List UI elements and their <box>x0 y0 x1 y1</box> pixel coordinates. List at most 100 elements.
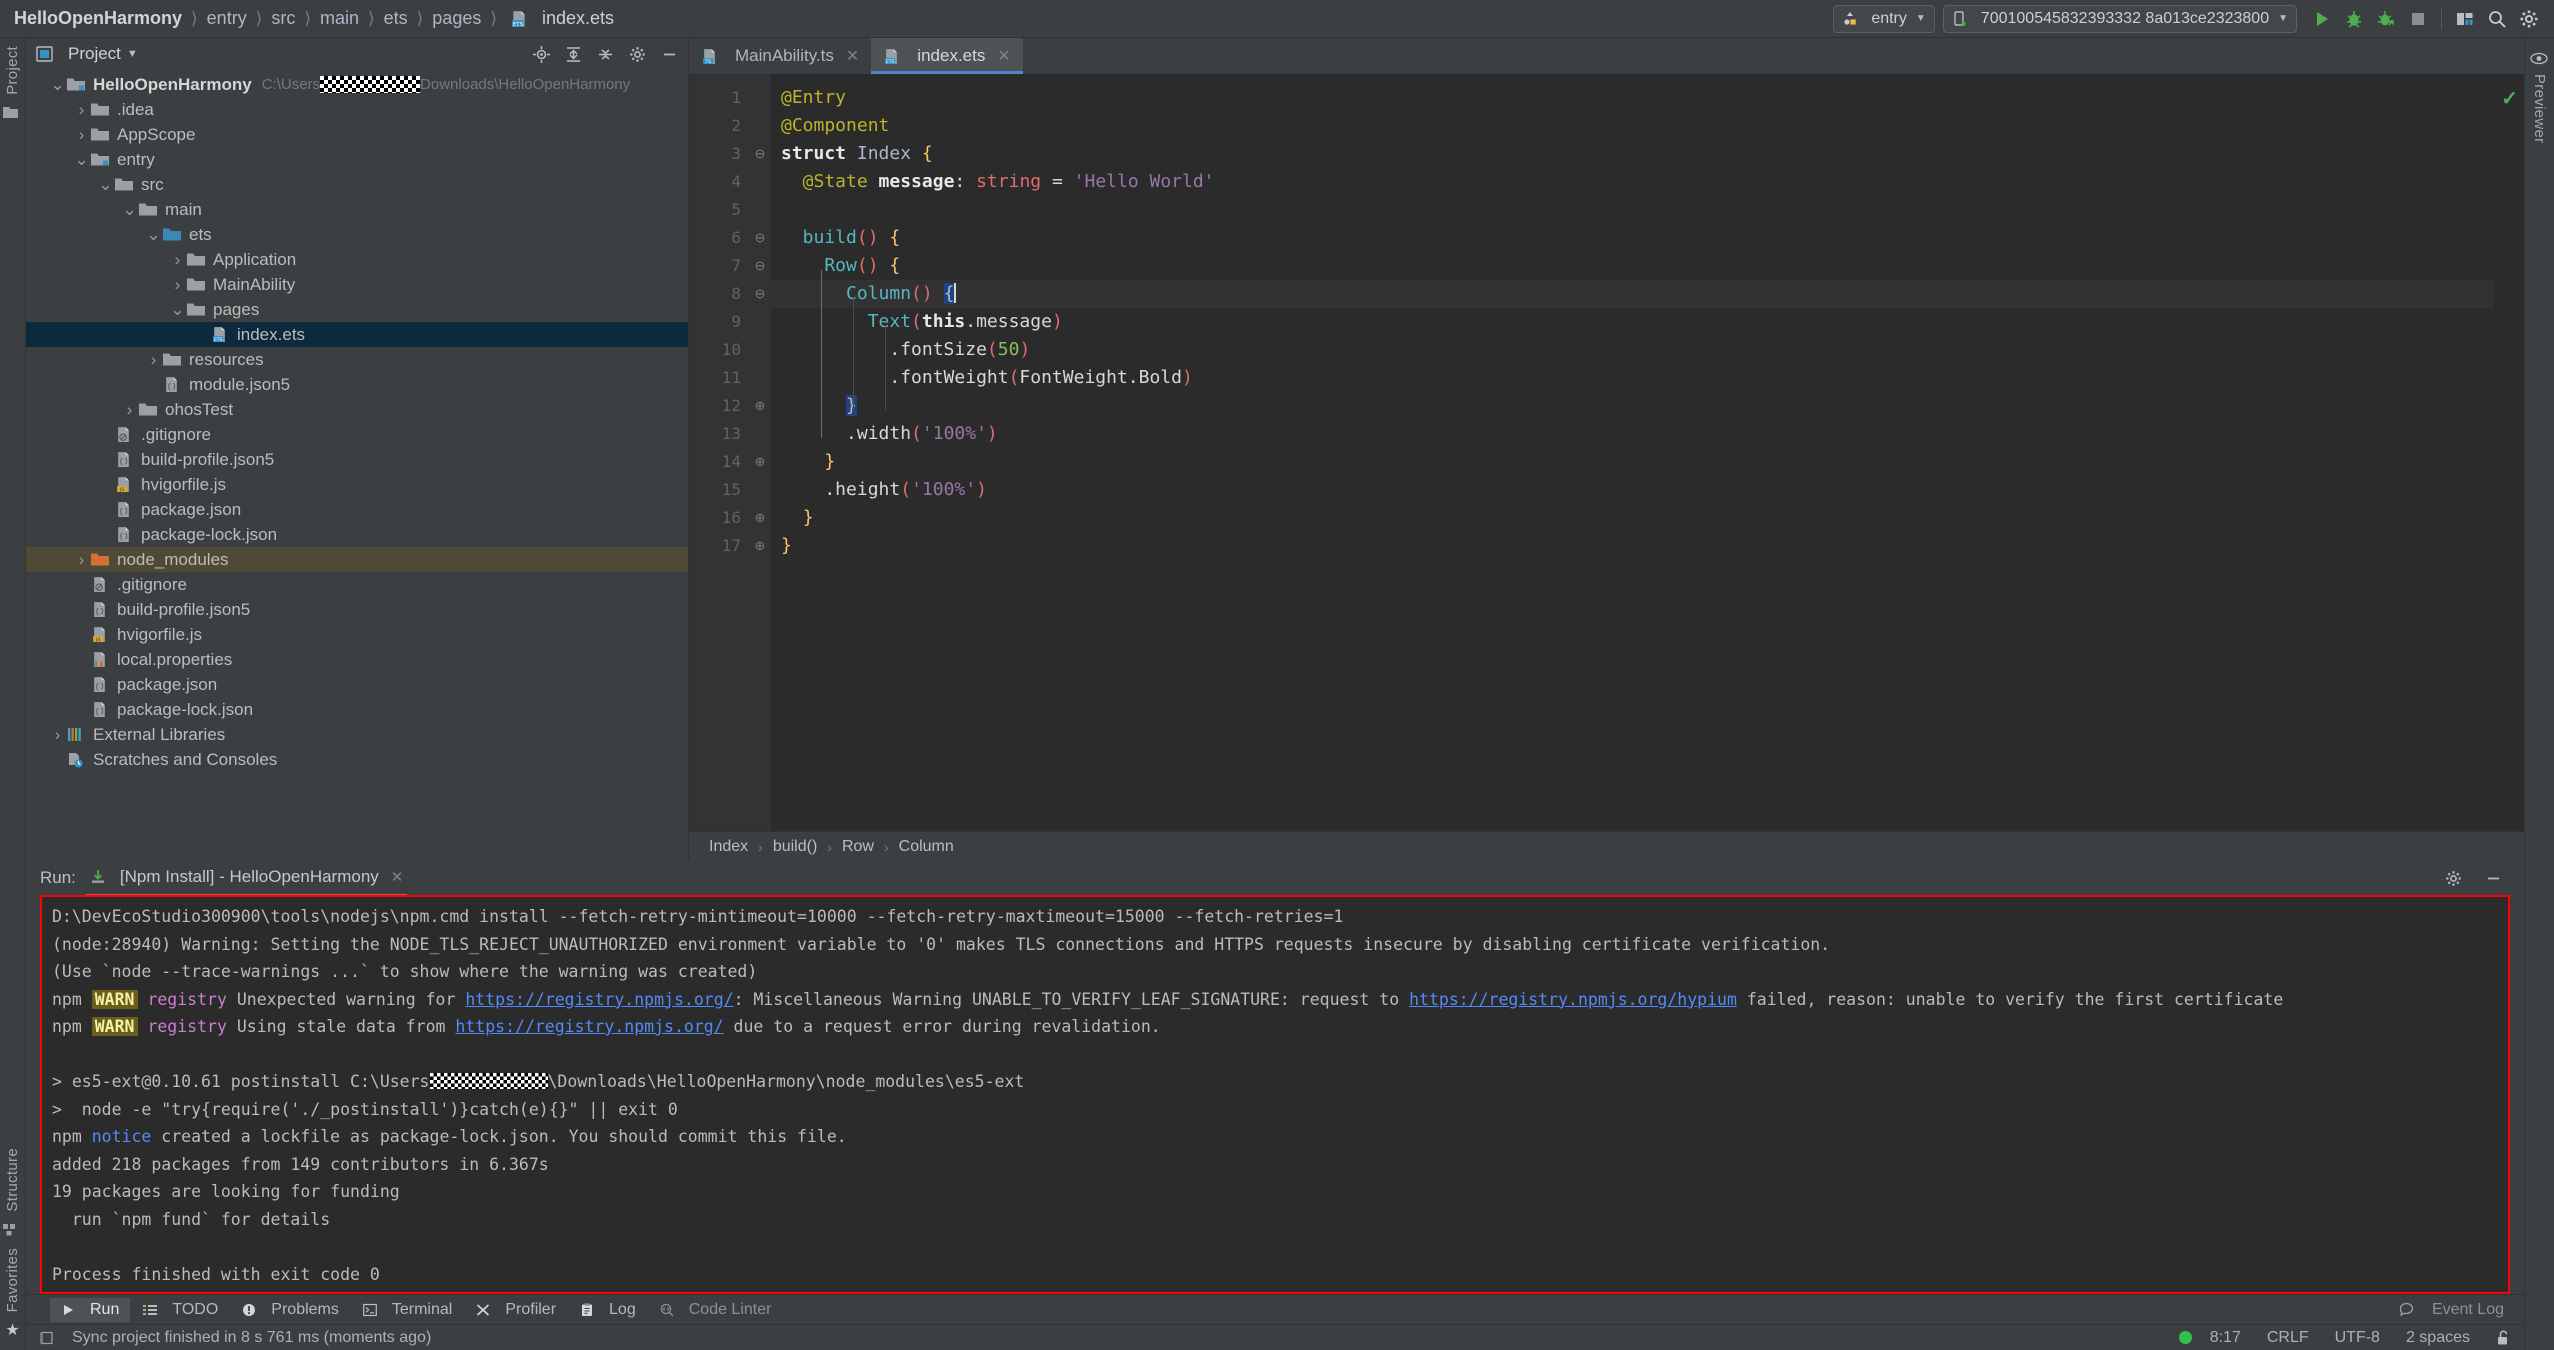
tree-row[interactable]: › MainAbility <box>26 272 688 297</box>
tree-row[interactable]: › .idea <box>26 97 688 122</box>
close-icon[interactable]: ✕ <box>391 868 404 886</box>
code-line[interactable]: .width('100%') <box>771 420 2494 448</box>
fold-toggle-icon[interactable]: ⊖ <box>749 252 771 280</box>
tree-row[interactable]: › ohosTest <box>26 397 688 422</box>
inspection-marker-bar[interactable]: ✓ <box>2494 74 2524 831</box>
tree-row[interactable]: build-profile.json5 <box>26 447 688 472</box>
indent-setting[interactable]: 2 spaces <box>2398 1329 2478 1347</box>
twisty-collapsed-icon[interactable]: › <box>144 350 163 370</box>
tree-row[interactable]: ETS index.ets <box>26 322 688 347</box>
console-link[interactable]: https://registry.npmjs.org/ <box>465 990 733 1009</box>
breadcrumb-main[interactable]: main <box>320 8 359 29</box>
tree-row[interactable]: module.json5 <box>26 372 688 397</box>
code-line[interactable]: build() { <box>771 224 2494 252</box>
code-line[interactable]: Row() { <box>771 252 2494 280</box>
editor-breadcrumb-segment[interactable]: Row <box>842 838 874 856</box>
console-output[interactable]: D:\DevEcoStudio300900\tools\nodejs\npm.c… <box>42 897 2508 1288</box>
locate-file-icon[interactable] <box>528 41 554 67</box>
code-folding-gutter[interactable]: ⊖ ⊖ ⊖ ⊖ ⊕ ⊕ ⊕ ⊕ <box>749 74 771 831</box>
search-icon[interactable] <box>2482 4 2512 34</box>
console-link[interactable]: https://registry.npmjs.org/hypium <box>1409 990 1737 1009</box>
breadcrumb-ets[interactable]: ets <box>384 8 408 29</box>
expand-all-icon[interactable] <box>560 41 586 67</box>
debug-button[interactable] <box>2339 4 2369 34</box>
editor-breadcrumb-segment[interactable]: build() <box>773 838 817 856</box>
fold-toggle-icon[interactable]: ⊖ <box>749 280 771 308</box>
tree-row[interactable]: ⌄ entry <box>26 147 688 172</box>
twisty-expanded-icon[interactable]: ⌄ <box>168 301 187 318</box>
close-icon[interactable]: ✕ <box>846 46 859 66</box>
twisty-collapsed-icon[interactable]: › <box>120 400 139 420</box>
twisty-collapsed-icon[interactable]: › <box>48 725 67 745</box>
breadcrumb-project[interactable]: HelloOpenHarmony <box>14 8 182 29</box>
stop-button[interactable] <box>2403 4 2433 34</box>
tree-row[interactable]: Scratches and Consoles <box>26 747 688 772</box>
tree-row[interactable]: .gitignore <box>26 422 688 447</box>
code-line[interactable]: .fontWeight(FontWeight.Bold) <box>771 364 2494 392</box>
editor-breadcrumb-segment[interactable]: Column <box>899 838 954 856</box>
tree-row[interactable]: › Application <box>26 247 688 272</box>
twisty-collapsed-icon[interactable]: › <box>168 275 187 295</box>
tree-row[interactable]: ⌄ pages <box>26 297 688 322</box>
code-line[interactable]: Column() { <box>771 280 2494 308</box>
tool-window-favorites[interactable]: Favorites <box>4 1248 21 1312</box>
tool-window-previewer[interactable]: Previewer <box>2531 74 2548 143</box>
tree-row[interactable]: JS hvigorfile.js <box>26 622 688 647</box>
settings-gear-icon[interactable] <box>2514 4 2544 34</box>
tree-row[interactable]: package-lock.json <box>26 522 688 547</box>
gear-icon[interactable] <box>624 41 650 67</box>
run-button[interactable] <box>2307 4 2337 34</box>
editor-tab-index-ets[interactable]: ETS index.ets ✕ <box>871 38 1024 74</box>
twisty-expanded-icon[interactable]: ⌄ <box>48 76 67 93</box>
tree-row[interactable]: package-lock.json <box>26 697 688 722</box>
tool-window-project[interactable]: Project <box>4 46 21 95</box>
tree-row[interactable]: › External Libraries <box>26 722 688 747</box>
code-line[interactable] <box>771 196 2494 224</box>
event-log-button[interactable]: Event Log <box>2388 1298 2524 1322</box>
twisty-collapsed-icon[interactable]: › <box>72 550 91 570</box>
tree-row[interactable]: package.json <box>26 497 688 522</box>
fold-toggle-icon[interactable]: ⊕ <box>749 392 771 420</box>
code-line[interactable]: .fontSize(50) <box>771 336 2494 364</box>
caret-position[interactable]: 8:17 <box>2202 1329 2249 1347</box>
code-line[interactable]: struct Index { <box>771 140 2494 168</box>
run-configuration-selector[interactable]: entry ▼ <box>1833 4 1935 33</box>
tree-row[interactable]: JS hvigorfile.js <box>26 472 688 497</box>
fold-toggle-icon[interactable]: ⊖ <box>749 140 771 168</box>
console-link[interactable]: https://registry.npmjs.org/ <box>455 1017 723 1036</box>
tree-row[interactable]: ⌄ HelloOpenHarmony C:\Users Downloads\Hello… <box>26 72 688 97</box>
file-encoding[interactable]: UTF-8 <box>2327 1329 2388 1347</box>
tree-row[interactable]: › resources <box>26 347 688 372</box>
breadcrumb-file[interactable]: index.ets <box>542 8 614 29</box>
fold-toggle-icon[interactable]: ⊖ <box>749 224 771 252</box>
editor-tab-MainAbility-ts[interactable]: TS MainAbility.ts ✕ <box>689 38 871 74</box>
minimize-icon[interactable] <box>2478 863 2508 893</box>
bottom-tab-problems[interactable]: Problems <box>231 1298 350 1322</box>
run-with-coverage-button[interactable] <box>2371 4 2401 34</box>
tree-row[interactable]: package.json <box>26 672 688 697</box>
tool-window-structure[interactable]: Structure <box>4 1148 21 1212</box>
tree-row[interactable]: build-profile.json5 <box>26 597 688 622</box>
tree-row[interactable]: › node_modules <box>26 547 688 572</box>
editor-breadcrumb-segment[interactable]: Index <box>709 838 748 856</box>
tree-row[interactable]: ⌄ ets <box>26 222 688 247</box>
minimize-icon[interactable] <box>656 41 682 67</box>
close-icon[interactable]: ✕ <box>997 46 1010 66</box>
fold-toggle-icon[interactable]: ⊕ <box>749 504 771 532</box>
code-line[interactable]: .height('100%') <box>771 476 2494 504</box>
tree-row[interactable]: ⌄ main <box>26 197 688 222</box>
code-line[interactable]: } <box>771 448 2494 476</box>
fold-toggle-icon[interactable]: ⊕ <box>749 448 771 476</box>
bottom-tab-run[interactable]: Run <box>50 1297 131 1322</box>
twisty-expanded-icon[interactable]: ⌄ <box>72 151 91 168</box>
line-separator[interactable]: CRLF <box>2259 1329 2317 1347</box>
run-tab-npm-install[interactable]: [Npm Install] - HelloOpenHarmony ✕ <box>85 863 408 896</box>
chevron-down-icon[interactable]: ▼ <box>127 48 138 60</box>
code-text[interactable]: @Entry @Component struct Index { @State me… <box>771 74 2494 831</box>
twisty-expanded-icon[interactable]: ⌄ <box>120 201 139 218</box>
code-line[interactable]: @Entry <box>771 84 2494 112</box>
device-manager-button[interactable] <box>2450 4 2480 34</box>
code-line[interactable]: } <box>771 392 2494 420</box>
bottom-tab-code-linter[interactable]: Code Linter <box>649 1298 783 1322</box>
gear-icon[interactable] <box>2438 863 2468 893</box>
